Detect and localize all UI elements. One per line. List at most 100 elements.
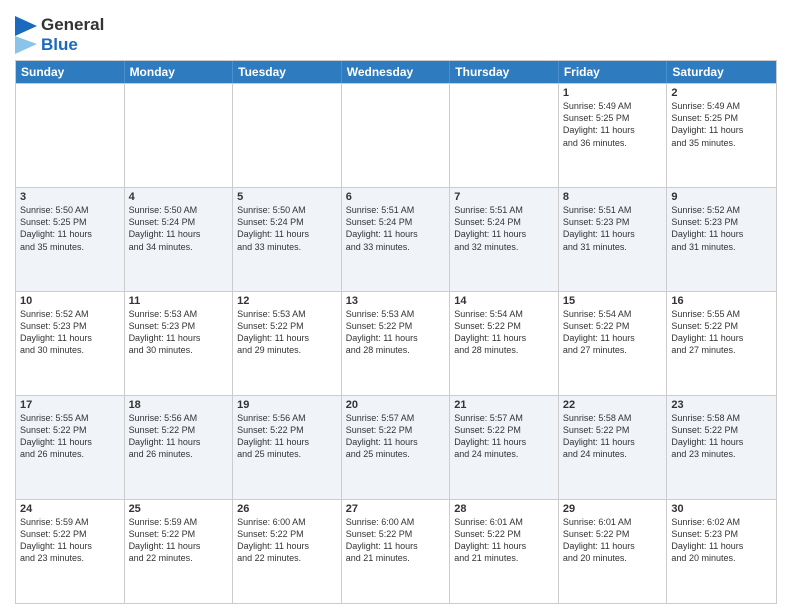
day-number: 17 <box>20 399 120 411</box>
calendar-cell: 11Sunrise: 5:53 AM Sunset: 5:23 PM Dayli… <box>125 292 234 395</box>
calendar-cell: 20Sunrise: 5:57 AM Sunset: 5:22 PM Dayli… <box>342 396 451 499</box>
day-number: 28 <box>454 503 554 515</box>
cell-detail: Sunrise: 5:53 AM Sunset: 5:22 PM Dayligh… <box>346 308 446 357</box>
cell-detail: Sunrise: 6:00 AM Sunset: 5:22 PM Dayligh… <box>237 516 337 565</box>
day-number: 18 <box>129 399 229 411</box>
header: General Blue <box>15 10 777 54</box>
calendar: SundayMondayTuesdayWednesdayThursdayFrid… <box>15 60 777 604</box>
cell-detail: Sunrise: 5:51 AM Sunset: 5:24 PM Dayligh… <box>346 204 446 253</box>
calendar-cell: 26Sunrise: 6:00 AM Sunset: 5:22 PM Dayli… <box>233 500 342 603</box>
calendar-cell: 27Sunrise: 6:00 AM Sunset: 5:22 PM Dayli… <box>342 500 451 603</box>
day-number: 16 <box>671 295 772 307</box>
calendar-cell: 23Sunrise: 5:58 AM Sunset: 5:22 PM Dayli… <box>667 396 776 499</box>
calendar-cell: 7Sunrise: 5:51 AM Sunset: 5:24 PM Daylig… <box>450 188 559 291</box>
logo-triangle-icon <box>15 16 37 54</box>
day-number: 1 <box>563 87 663 99</box>
day-number: 6 <box>346 191 446 203</box>
calendar-cell: 5Sunrise: 5:50 AM Sunset: 5:24 PM Daylig… <box>233 188 342 291</box>
day-number: 2 <box>671 87 772 99</box>
calendar-cell: 9Sunrise: 5:52 AM Sunset: 5:23 PM Daylig… <box>667 188 776 291</box>
calendar-row-3: 17Sunrise: 5:55 AM Sunset: 5:22 PM Dayli… <box>16 395 776 499</box>
header-cell-wednesday: Wednesday <box>342 61 451 83</box>
calendar-cell: 19Sunrise: 5:56 AM Sunset: 5:22 PM Dayli… <box>233 396 342 499</box>
calendar-cell: 15Sunrise: 5:54 AM Sunset: 5:22 PM Dayli… <box>559 292 668 395</box>
day-number: 25 <box>129 503 229 515</box>
calendar-cell <box>233 84 342 187</box>
cell-detail: Sunrise: 6:02 AM Sunset: 5:23 PM Dayligh… <box>671 516 772 565</box>
cell-detail: Sunrise: 6:01 AM Sunset: 5:22 PM Dayligh… <box>454 516 554 565</box>
calendar-cell: 2Sunrise: 5:49 AM Sunset: 5:25 PM Daylig… <box>667 84 776 187</box>
calendar-cell <box>342 84 451 187</box>
calendar-cell: 21Sunrise: 5:57 AM Sunset: 5:22 PM Dayli… <box>450 396 559 499</box>
day-number: 10 <box>20 295 120 307</box>
cell-detail: Sunrise: 5:58 AM Sunset: 5:22 PM Dayligh… <box>563 412 663 461</box>
day-number: 3 <box>20 191 120 203</box>
cell-detail: Sunrise: 5:53 AM Sunset: 5:22 PM Dayligh… <box>237 308 337 357</box>
day-number: 20 <box>346 399 446 411</box>
cell-detail: Sunrise: 5:49 AM Sunset: 5:25 PM Dayligh… <box>671 100 772 149</box>
calendar-cell: 3Sunrise: 5:50 AM Sunset: 5:25 PM Daylig… <box>16 188 125 291</box>
calendar-cell: 13Sunrise: 5:53 AM Sunset: 5:22 PM Dayli… <box>342 292 451 395</box>
calendar-row-2: 10Sunrise: 5:52 AM Sunset: 5:23 PM Dayli… <box>16 291 776 395</box>
calendar-cell: 28Sunrise: 6:01 AM Sunset: 5:22 PM Dayli… <box>450 500 559 603</box>
day-number: 4 <box>129 191 229 203</box>
day-number: 5 <box>237 191 337 203</box>
cell-detail: Sunrise: 5:59 AM Sunset: 5:22 PM Dayligh… <box>129 516 229 565</box>
day-number: 26 <box>237 503 337 515</box>
header-cell-thursday: Thursday <box>450 61 559 83</box>
header-cell-monday: Monday <box>125 61 234 83</box>
logo-text-blue: Blue <box>41 35 104 55</box>
day-number: 24 <box>20 503 120 515</box>
cell-detail: Sunrise: 5:59 AM Sunset: 5:22 PM Dayligh… <box>20 516 120 565</box>
calendar-cell: 10Sunrise: 5:52 AM Sunset: 5:23 PM Dayli… <box>16 292 125 395</box>
calendar-cell: 22Sunrise: 5:58 AM Sunset: 5:22 PM Dayli… <box>559 396 668 499</box>
cell-detail: Sunrise: 5:52 AM Sunset: 5:23 PM Dayligh… <box>20 308 120 357</box>
cell-detail: Sunrise: 5:57 AM Sunset: 5:22 PM Dayligh… <box>454 412 554 461</box>
cell-detail: Sunrise: 5:56 AM Sunset: 5:22 PM Dayligh… <box>129 412 229 461</box>
calendar-cell: 14Sunrise: 5:54 AM Sunset: 5:22 PM Dayli… <box>450 292 559 395</box>
calendar-cell <box>450 84 559 187</box>
cell-detail: Sunrise: 5:49 AM Sunset: 5:25 PM Dayligh… <box>563 100 663 149</box>
calendar-cell: 30Sunrise: 6:02 AM Sunset: 5:23 PM Dayli… <box>667 500 776 603</box>
cell-detail: Sunrise: 5:57 AM Sunset: 5:22 PM Dayligh… <box>346 412 446 461</box>
calendar-body: 1Sunrise: 5:49 AM Sunset: 5:25 PM Daylig… <box>16 83 776 603</box>
cell-detail: Sunrise: 5:51 AM Sunset: 5:24 PM Dayligh… <box>454 204 554 253</box>
day-number: 22 <box>563 399 663 411</box>
cell-detail: Sunrise: 5:53 AM Sunset: 5:23 PM Dayligh… <box>129 308 229 357</box>
cell-detail: Sunrise: 5:56 AM Sunset: 5:22 PM Dayligh… <box>237 412 337 461</box>
day-number: 29 <box>563 503 663 515</box>
day-number: 8 <box>563 191 663 203</box>
cell-detail: Sunrise: 5:54 AM Sunset: 5:22 PM Dayligh… <box>563 308 663 357</box>
page: General Blue SundayMondayTuesdayWednesda… <box>0 0 792 612</box>
calendar-header: SundayMondayTuesdayWednesdayThursdayFrid… <box>16 61 776 83</box>
calendar-row-4: 24Sunrise: 5:59 AM Sunset: 5:22 PM Dayli… <box>16 499 776 603</box>
day-number: 23 <box>671 399 772 411</box>
calendar-row-0: 1Sunrise: 5:49 AM Sunset: 5:25 PM Daylig… <box>16 83 776 187</box>
header-cell-saturday: Saturday <box>667 61 776 83</box>
day-number: 14 <box>454 295 554 307</box>
cell-detail: Sunrise: 5:52 AM Sunset: 5:23 PM Dayligh… <box>671 204 772 253</box>
header-cell-tuesday: Tuesday <box>233 61 342 83</box>
day-number: 15 <box>563 295 663 307</box>
calendar-cell: 4Sunrise: 5:50 AM Sunset: 5:24 PM Daylig… <box>125 188 234 291</box>
calendar-cell: 6Sunrise: 5:51 AM Sunset: 5:24 PM Daylig… <box>342 188 451 291</box>
calendar-cell: 17Sunrise: 5:55 AM Sunset: 5:22 PM Dayli… <box>16 396 125 499</box>
day-number: 30 <box>671 503 772 515</box>
day-number: 11 <box>129 295 229 307</box>
cell-detail: Sunrise: 6:00 AM Sunset: 5:22 PM Dayligh… <box>346 516 446 565</box>
calendar-cell: 24Sunrise: 5:59 AM Sunset: 5:22 PM Dayli… <box>16 500 125 603</box>
calendar-cell: 12Sunrise: 5:53 AM Sunset: 5:22 PM Dayli… <box>233 292 342 395</box>
header-cell-friday: Friday <box>559 61 668 83</box>
logo-text-general: General <box>41 15 104 35</box>
day-number: 9 <box>671 191 772 203</box>
cell-detail: Sunrise: 5:50 AM Sunset: 5:24 PM Dayligh… <box>129 204 229 253</box>
logo: General Blue <box>15 10 104 54</box>
cell-detail: Sunrise: 5:50 AM Sunset: 5:24 PM Dayligh… <box>237 204 337 253</box>
calendar-cell <box>125 84 234 187</box>
cell-detail: Sunrise: 5:55 AM Sunset: 5:22 PM Dayligh… <box>671 308 772 357</box>
calendar-cell: 18Sunrise: 5:56 AM Sunset: 5:22 PM Dayli… <box>125 396 234 499</box>
calendar-cell: 1Sunrise: 5:49 AM Sunset: 5:25 PM Daylig… <box>559 84 668 187</box>
day-number: 27 <box>346 503 446 515</box>
calendar-cell: 29Sunrise: 6:01 AM Sunset: 5:22 PM Dayli… <box>559 500 668 603</box>
calendar-row-1: 3Sunrise: 5:50 AM Sunset: 5:25 PM Daylig… <box>16 187 776 291</box>
